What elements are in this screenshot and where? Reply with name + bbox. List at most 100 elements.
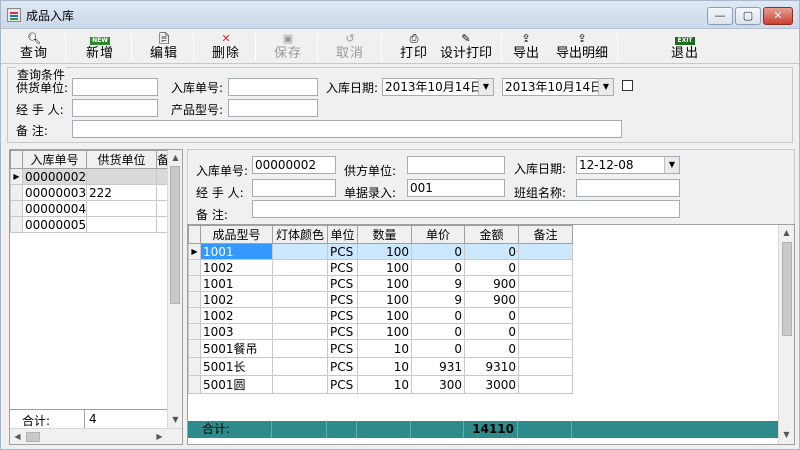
- scroll-up-icon[interactable]: ▲: [779, 225, 794, 240]
- chevron-down-icon[interactable]: ▼: [664, 157, 679, 173]
- cell-amount[interactable]: 0: [464, 339, 519, 358]
- cell-color[interactable]: [272, 323, 328, 340]
- column-header[interactable]: 灯体颜色: [272, 225, 328, 244]
- cell-qty[interactable]: 10: [357, 339, 412, 358]
- column-header[interactable]: 供货单位: [86, 150, 157, 169]
- scroll-down-icon[interactable]: ▼: [168, 412, 183, 427]
- cell-unit[interactable]: PCS: [327, 275, 358, 292]
- cell-note[interactable]: [518, 291, 573, 308]
- cell-model[interactable]: 1001: [200, 243, 273, 260]
- cancel-button[interactable]: ↺ 取消: [327, 31, 373, 63]
- cell-note[interactable]: [518, 275, 573, 292]
- cell-model[interactable]: 1002: [200, 291, 273, 308]
- design-print-button[interactable]: ✎ 设计打印: [437, 31, 495, 63]
- table-row[interactable]: 5001圆 PCS 10 300 3000: [188, 375, 573, 394]
- cell-note[interactable]: [518, 307, 573, 324]
- cell-color[interactable]: [272, 375, 328, 394]
- query-in-no-input[interactable]: [228, 78, 318, 96]
- chevron-down-icon[interactable]: ▼: [478, 79, 493, 95]
- query-supplier-input[interactable]: [72, 78, 158, 96]
- cell-price[interactable]: 9: [411, 291, 465, 308]
- cell-model[interactable]: 5001餐吊: [200, 339, 273, 358]
- table-row[interactable]: 1002 PCS 100 0 0: [188, 259, 573, 276]
- query-button[interactable]: 🔍︎ 查询: [11, 31, 57, 63]
- cell-model[interactable]: 1003: [200, 323, 273, 340]
- exit-button[interactable]: EXIT 退出: [665, 31, 705, 63]
- form-in-no-input[interactable]: 00000002: [252, 156, 336, 174]
- cell-unit[interactable]: PCS: [327, 323, 358, 340]
- table-row[interactable]: 00000004: [10, 200, 169, 217]
- cell-color[interactable]: [272, 357, 328, 376]
- detail-vertical-scrollbar[interactable]: ▲ ▼: [778, 225, 794, 444]
- form-handler-input[interactable]: [252, 179, 336, 197]
- table-row[interactable]: 1001 PCS 100 9 900: [188, 275, 573, 292]
- cell-qty[interactable]: 100: [357, 243, 412, 260]
- cell-qty[interactable]: 10: [357, 357, 412, 376]
- column-header[interactable]: 单价: [411, 225, 465, 244]
- date-from-picker[interactable]: 2013年10月14日 ▼: [382, 78, 494, 96]
- column-header[interactable]: 入库单号: [22, 150, 87, 169]
- cell-note[interactable]: [518, 243, 573, 260]
- scroll-thumb[interactable]: [782, 242, 792, 336]
- chevron-down-icon[interactable]: ▼: [598, 79, 613, 95]
- cell-amount[interactable]: 3000: [464, 375, 519, 394]
- scroll-down-icon[interactable]: ▼: [779, 427, 794, 442]
- cell-qty[interactable]: 10: [357, 375, 412, 394]
- cell-amount[interactable]: 0: [464, 259, 519, 276]
- list-vertical-scrollbar[interactable]: ▲ ▼: [167, 150, 182, 428]
- print-button[interactable]: ⎙ 打印: [391, 31, 437, 63]
- cell-amount[interactable]: 900: [464, 291, 519, 308]
- cell-color[interactable]: [272, 339, 328, 358]
- cell-unit[interactable]: PCS: [327, 259, 358, 276]
- close-button[interactable]: ✕: [763, 7, 793, 25]
- cell-unit[interactable]: PCS: [327, 307, 358, 324]
- cell-model[interactable]: 1002: [200, 259, 273, 276]
- form-supplier-input[interactable]: [407, 156, 505, 174]
- table-row[interactable]: 00000003 222: [10, 184, 169, 201]
- cell-price[interactable]: 300: [411, 375, 465, 394]
- cell-color[interactable]: [272, 259, 328, 276]
- export-button[interactable]: ⇪ 导出: [509, 31, 543, 63]
- cell-note[interactable]: [518, 259, 573, 276]
- form-date-picker[interactable]: 12-12-08 ▼: [576, 156, 680, 174]
- table-row[interactable]: 5001餐吊 PCS 10 0 0: [188, 339, 573, 358]
- table-row[interactable]: ▶ 00000002: [10, 168, 169, 185]
- scroll-right-icon[interactable]: ▶: [152, 429, 167, 444]
- date-to-picker[interactable]: 2013年10月14日 ▼: [502, 78, 614, 96]
- cell-note[interactable]: [518, 375, 573, 394]
- cell-unit[interactable]: PCS: [327, 375, 358, 394]
- column-header[interactable]: 金额: [464, 225, 519, 244]
- table-row[interactable]: 1002 PCS 100 9 900: [188, 291, 573, 308]
- cell-color[interactable]: [272, 243, 328, 260]
- cell-qty[interactable]: 100: [357, 275, 412, 292]
- cell-model[interactable]: 5001长: [200, 357, 273, 376]
- cell-model[interactable]: 1002: [200, 307, 273, 324]
- cell-note[interactable]: [518, 339, 573, 358]
- scroll-thumb[interactable]: [170, 166, 180, 304]
- cell-price[interactable]: 9: [411, 275, 465, 292]
- minimize-button[interactable]: —: [707, 7, 733, 25]
- cell-price[interactable]: 0: [411, 307, 465, 324]
- query-handler-input[interactable]: [72, 99, 158, 117]
- form-note-input[interactable]: [252, 200, 680, 218]
- form-entry-input[interactable]: 001: [407, 179, 505, 197]
- cell-color[interactable]: [272, 307, 328, 324]
- save-button[interactable]: ▣ 保存: [265, 31, 311, 63]
- scroll-thumb[interactable]: [26, 432, 40, 442]
- cell-qty[interactable]: 100: [357, 323, 412, 340]
- date-checkbox[interactable]: [622, 80, 633, 91]
- edit-button[interactable]: 📄︎ 编辑: [141, 31, 187, 63]
- cell-amount[interactable]: 900: [464, 275, 519, 292]
- table-row[interactable]: 5001长 PCS 10 931 9310: [188, 357, 573, 376]
- table-row[interactable]: 00000005: [10, 216, 169, 233]
- table-row[interactable]: 1003 PCS 100 0 0: [188, 323, 573, 340]
- cell-qty[interactable]: 100: [357, 307, 412, 324]
- cell-qty[interactable]: 100: [357, 291, 412, 308]
- cell-price[interactable]: 0: [411, 243, 465, 260]
- cell-price[interactable]: 0: [411, 323, 465, 340]
- cell-unit[interactable]: PCS: [327, 291, 358, 308]
- cell-model[interactable]: 5001圆: [200, 375, 273, 394]
- cell-color[interactable]: [272, 291, 328, 308]
- cell-amount[interactable]: 0: [464, 307, 519, 324]
- maximize-button[interactable]: ▢: [735, 7, 761, 25]
